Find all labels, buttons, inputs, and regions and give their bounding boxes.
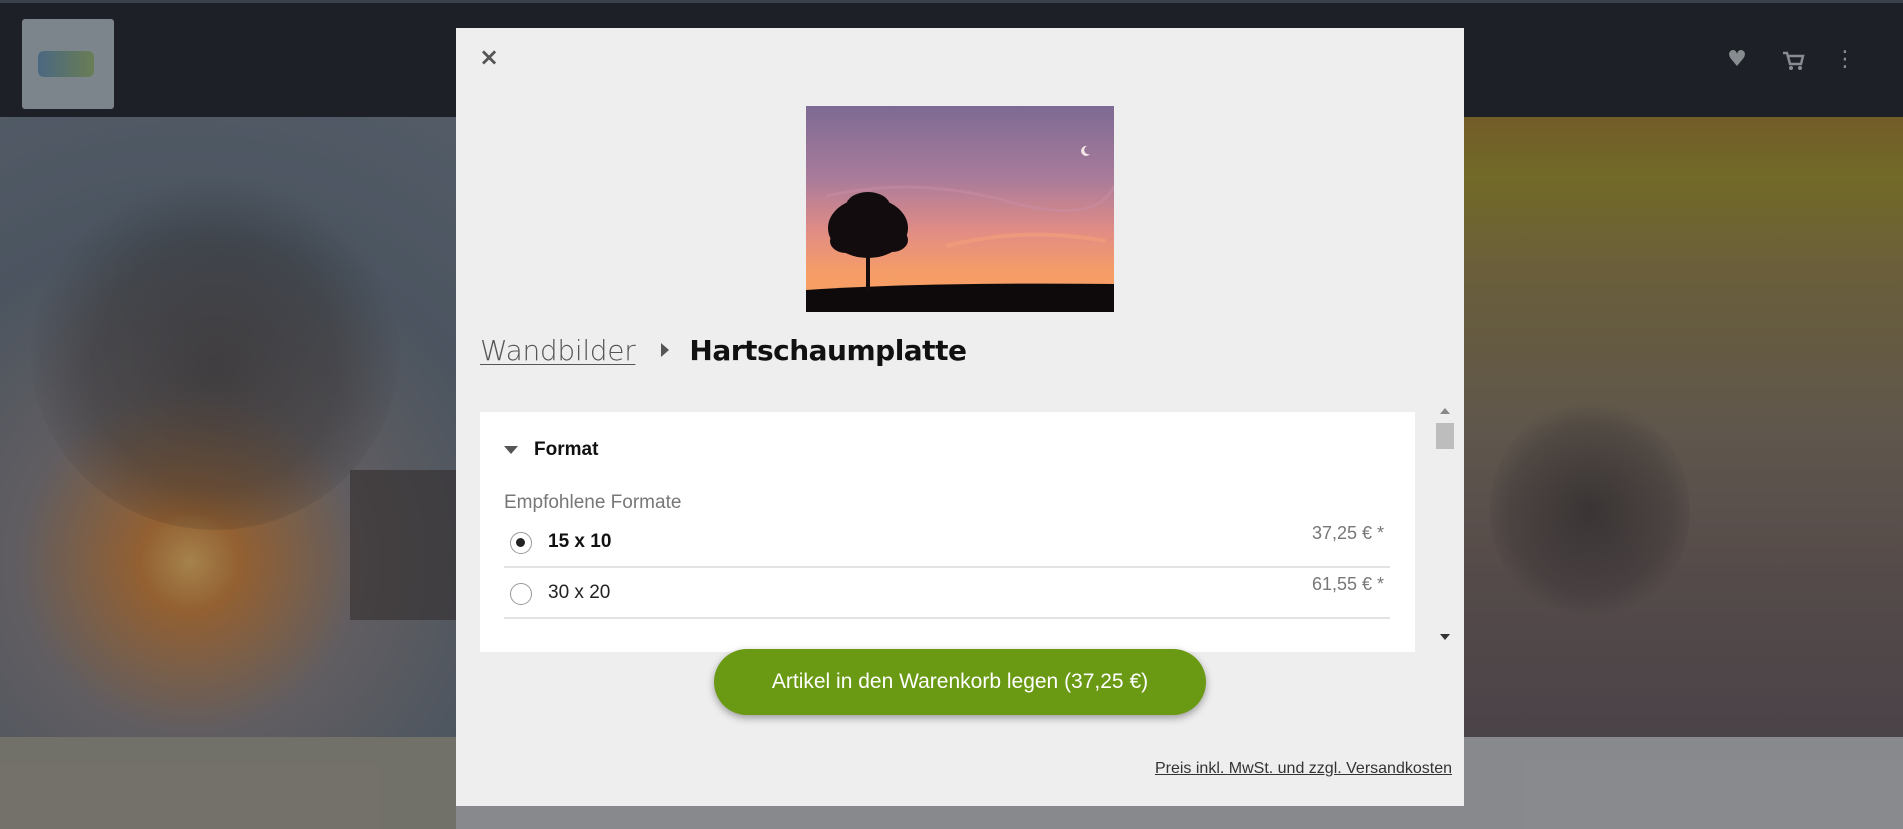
scrollbar-thumb[interactable]	[1436, 423, 1454, 449]
format-option-price: 61,55 € *	[1311, 574, 1384, 594]
page-title: Hartschaumplatte	[689, 333, 967, 367]
chevron-right-icon	[661, 343, 670, 357]
format-option-30x20[interactable]: 30 x 20 61,55 € *	[504, 569, 1390, 619]
price-info-link[interactable]: Preis inkl. MwSt. und zzgl. Versandkoste…	[1155, 760, 1452, 778]
breadcrumb-link-wandbilder[interactable]: Wandbilder	[480, 334, 636, 367]
product-options-modal: × Wandbilder Hartschaumplatte Format Emp…	[456, 28, 1464, 806]
format-option-price: 37,25 € *	[1311, 523, 1384, 543]
format-option-label: 30 x 20	[548, 582, 611, 603]
radio-button[interactable]	[510, 583, 532, 605]
format-option-15x10[interactable]: 15 x 10 37,25 € *	[504, 518, 1390, 568]
scroll-up-arrow-icon[interactable]	[1440, 408, 1450, 414]
format-section-title: Format	[534, 439, 599, 460]
format-option-label: 15 x 10	[548, 531, 612, 552]
product-preview-image	[806, 106, 1114, 312]
close-icon[interactable]: ×	[472, 40, 506, 74]
options-scrollbar[interactable]	[1433, 406, 1457, 652]
breadcrumb: Wandbilder Hartschaumplatte	[480, 328, 967, 372]
recommended-formats-label: Empfohlene Formate	[504, 492, 682, 513]
options-scroll-area[interactable]: Format Empfohlene Formate 15 x 10 37,25 …	[480, 412, 1428, 652]
caret-down-icon	[504, 446, 518, 454]
format-section-toggle[interactable]: Format	[504, 436, 598, 464]
scroll-down-arrow-icon[interactable]	[1440, 634, 1450, 640]
format-options-panel: Format Empfohlene Formate 15 x 10 37,25 …	[480, 412, 1415, 652]
add-to-cart-button[interactable]: Artikel in den Warenkorb legen (37,25 €)	[714, 649, 1206, 715]
radio-button-selected[interactable]	[510, 532, 532, 554]
